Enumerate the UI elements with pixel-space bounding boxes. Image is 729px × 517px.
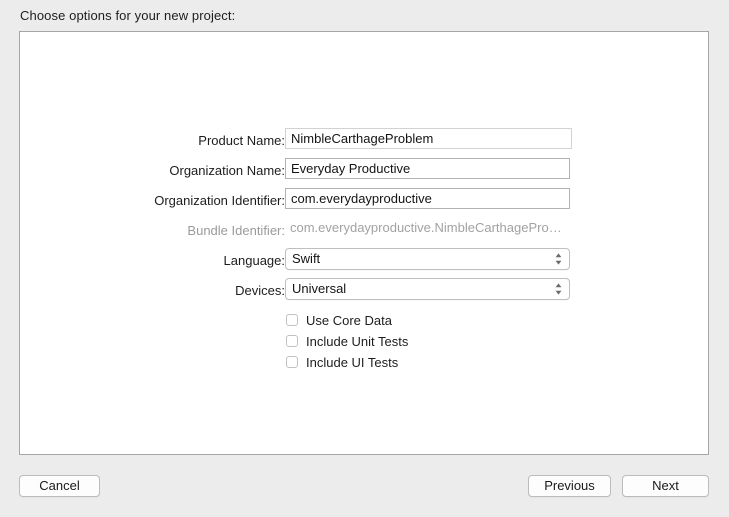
label-organization-name: Organization Name: bbox=[169, 162, 285, 178]
input-organization-identifier[interactable]: com.everydayproductive bbox=[285, 188, 570, 209]
checkbox-include-unit-tests[interactable] bbox=[286, 335, 298, 347]
checkbox-include-ui-tests[interactable] bbox=[286, 356, 298, 368]
label-organization-identifier: Organization Identifier: bbox=[154, 192, 285, 208]
cancel-button[interactable]: Cancel bbox=[19, 475, 100, 497]
select-language[interactable]: Swift bbox=[285, 248, 570, 270]
select-language-value: Swift bbox=[292, 251, 321, 266]
checkbox-row-include-ui-tests[interactable]: Include UI Tests bbox=[286, 353, 398, 371]
previous-button[interactable]: Previous bbox=[528, 475, 611, 497]
row-language: Language: bbox=[20, 249, 285, 271]
dialog-prompt: Choose options for your new project: bbox=[20, 8, 236, 23]
input-organization-name[interactable]: Everyday Productive bbox=[285, 158, 570, 179]
row-product-name: Product Name: bbox=[20, 129, 285, 151]
next-button[interactable]: Next bbox=[622, 475, 709, 497]
select-devices-value: Universal bbox=[292, 281, 347, 296]
checkbox-row-include-unit-tests[interactable]: Include Unit Tests bbox=[286, 332, 408, 350]
row-bundle-identifier: Bundle Identifier: bbox=[20, 219, 285, 241]
checkbox-label-include-unit-tests: Include Unit Tests bbox=[306, 333, 409, 349]
checkbox-label-include-ui-tests: Include UI Tests bbox=[306, 354, 399, 370]
label-language: Language: bbox=[223, 252, 285, 268]
options-panel: Product Name: NimbleCarthageProblem Orga… bbox=[19, 31, 709, 455]
label-devices: Devices: bbox=[235, 282, 285, 298]
value-bundle-identifier: com.everydayproductive.NimbleCarthagePro… bbox=[290, 220, 570, 235]
input-product-name[interactable]: NimbleCarthageProblem bbox=[285, 128, 572, 149]
row-organization-name: Organization Name: bbox=[20, 159, 285, 181]
label-product-name: Product Name: bbox=[198, 132, 285, 148]
select-devices[interactable]: Universal bbox=[285, 278, 570, 300]
row-devices: Devices: bbox=[20, 279, 285, 301]
label-bundle-identifier: Bundle Identifier: bbox=[187, 222, 285, 238]
row-organization-identifier: Organization Identifier: bbox=[20, 189, 285, 211]
chevron-updown-icon bbox=[555, 253, 562, 265]
checkbox-row-use-core-data[interactable]: Use Core Data bbox=[286, 311, 392, 329]
checkbox-label-use-core-data: Use Core Data bbox=[306, 312, 392, 328]
chevron-updown-icon bbox=[555, 283, 562, 295]
checkbox-use-core-data[interactable] bbox=[286, 314, 298, 326]
